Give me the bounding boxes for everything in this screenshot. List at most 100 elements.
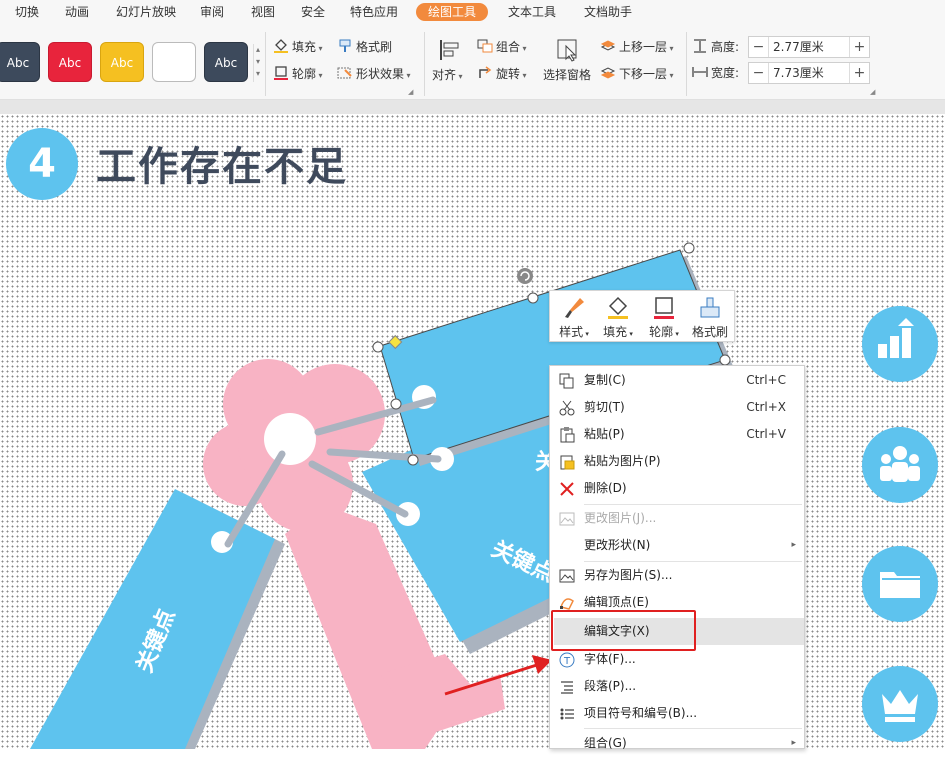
ribbon-group-expand-icon[interactable]: ◢: [408, 88, 413, 96]
rotate-label: 旋转: [496, 67, 521, 81]
outline-button[interactable]: 轮廓 ▾: [273, 65, 323, 83]
height-increment-button[interactable]: +: [849, 37, 869, 57]
mini-style-label: 样式 ▾: [559, 325, 589, 339]
mini-format-painter-label: 格式刷: [691, 325, 728, 339]
menu-separator: [584, 728, 802, 729]
mini-fill-button[interactable]: 填充 ▾: [596, 291, 640, 341]
shape-style-dark-2[interactable]: Abc: [204, 42, 248, 82]
side-icon-team[interactable]: [862, 427, 938, 503]
paste-icon: [560, 427, 575, 443]
rotate-button[interactable]: 旋转 ▾: [477, 65, 527, 83]
menu-item-cut[interactable]: 剪切(T) Ctrl+X: [550, 394, 804, 421]
menu-item-save-as-image[interactable]: 另存为图片(S)...: [550, 562, 804, 589]
outline-label: 轮廓: [292, 67, 317, 81]
outline-icon: [654, 297, 674, 319]
paragraph-icon: [561, 681, 573, 694]
fill-bucket-icon: [608, 296, 628, 319]
bullets-icon: [560, 708, 574, 720]
tab-switch[interactable]: 切换: [15, 3, 39, 21]
side-icon-crown[interactable]: [862, 666, 938, 742]
send-backward-icon: [600, 67, 616, 79]
rotate-icon: [479, 66, 492, 78]
side-icon-growth[interactable]: [862, 306, 938, 382]
group-button[interactable]: 组合 ▾: [477, 38, 527, 56]
rotate-handle-icon[interactable]: [517, 268, 533, 284]
ribbon-group-expand-icon[interactable]: ◢: [870, 88, 875, 96]
folder-icon: [880, 572, 920, 598]
brush-icon: [565, 298, 584, 318]
shape-effects-icon: [337, 67, 352, 79]
outline-icon: [274, 66, 288, 80]
growth-chart-icon: [878, 318, 914, 358]
send-backward-button[interactable]: 下移一层 ▾: [600, 65, 674, 83]
ribbon-separator: [424, 32, 425, 96]
delete-icon: [560, 482, 574, 496]
tab-special-apps[interactable]: 特色应用: [350, 3, 398, 21]
shape-effects-button[interactable]: 形状效果 ▾: [337, 65, 411, 83]
mini-format-painter-button[interactable]: 格式刷: [688, 291, 732, 341]
tab-text-tools[interactable]: 文本工具: [508, 3, 556, 21]
align-button[interactable]: 对齐 ▾: [432, 38, 470, 86]
bring-forward-icon: [600, 40, 616, 51]
fill-button[interactable]: 填充 ▾: [273, 38, 323, 56]
mini-fill-label: 填充 ▾: [603, 325, 633, 339]
crown-icon: [882, 690, 918, 722]
group-label: 组合: [496, 40, 521, 54]
menu-item-change-image: 更改图片(J)...: [550, 505, 804, 532]
send-backward-label: 下移一层: [619, 67, 668, 81]
menu-item-paragraph[interactable]: 段落(P)...: [550, 673, 804, 700]
width-spinner[interactable]: − 7.73厘米 +: [748, 62, 870, 84]
menu-item-paste[interactable]: 粘贴(P) Ctrl+V: [550, 421, 804, 448]
edit-points-icon: [560, 598, 574, 610]
side-icon-folder[interactable]: [862, 546, 938, 622]
blue-tag-left[interactable]: 关键点: [30, 489, 285, 749]
width-decrement-button[interactable]: −: [749, 63, 769, 83]
mini-outline-label: 轮廓 ▾: [649, 325, 679, 339]
tab-doc-assistant[interactable]: 文档助手: [584, 3, 632, 21]
svg-text:T: T: [563, 656, 571, 667]
width-input[interactable]: 7.73厘米: [773, 63, 824, 83]
height-spinner[interactable]: − 2.77厘米 +: [748, 36, 870, 58]
format-painter-label: 格式刷: [356, 40, 393, 54]
shape-style-red[interactable]: Abc: [48, 42, 92, 82]
fill-bucket-icon: [274, 39, 288, 53]
ruler-strip: [0, 100, 945, 114]
bring-forward-label: 上移一层: [619, 40, 668, 54]
align-label: 对齐 ▾: [432, 68, 463, 82]
shape-style-dark[interactable]: Abc: [0, 42, 40, 82]
selection-pane-button[interactable]: 选择窗格: [540, 38, 596, 86]
tab-view[interactable]: 视图: [251, 3, 275, 21]
tab-animation[interactable]: 动画: [65, 3, 89, 21]
menu-item-group[interactable]: 组合(G) ▸: [550, 730, 804, 757]
tab-security[interactable]: 安全: [301, 3, 325, 21]
menu-item-bullets[interactable]: 项目符号和编号(B)...: [550, 700, 804, 727]
shape-effects-label: 形状效果: [356, 67, 405, 81]
width-increment-button[interactable]: +: [849, 63, 869, 83]
tab-slideshow[interactable]: 幻灯片放映: [116, 3, 176, 21]
menu-item-paste-as-image[interactable]: 粘贴为图片(P): [550, 448, 804, 475]
change-image-icon: [559, 512, 575, 526]
fill-label: 填充: [292, 40, 317, 54]
bring-forward-button[interactable]: 上移一层 ▾: [600, 38, 674, 56]
tab-drawing-tools[interactable]: 绘图工具: [416, 3, 489, 21]
format-painter-icon: [339, 39, 351, 52]
height-decrement-button[interactable]: −: [749, 37, 769, 57]
menu-item-copy[interactable]: 复制(C) Ctrl+C: [550, 367, 804, 394]
shape-style-yellow[interactable]: Abc: [100, 42, 144, 82]
ribbon-separator: [265, 32, 266, 96]
font-icon: T: [559, 652, 575, 668]
shape-style-white[interactable]: [152, 42, 196, 82]
format-painter-button[interactable]: 格式刷: [337, 38, 392, 56]
mini-style-button[interactable]: 样式 ▾: [552, 291, 596, 341]
height-input[interactable]: 2.77厘米: [773, 37, 824, 57]
submenu-arrow-icon: ▸: [791, 540, 796, 550]
copy-icon: [559, 373, 574, 389]
menu-item-delete[interactable]: 删除(D): [550, 475, 804, 502]
menu-item-change-shape[interactable]: 更改形状(N) ▸: [550, 532, 804, 559]
cut-icon: [559, 400, 575, 416]
styles-scroll-icon[interactable]: ▴ ▾ ▾: [253, 44, 262, 82]
tab-review[interactable]: 审阅: [200, 3, 224, 21]
mini-outline-button[interactable]: 轮廓 ▾: [642, 291, 686, 341]
context-menu: 复制(C) Ctrl+C 剪切(T) Ctrl+X 粘贴(P) Ctrl+V 粘贴为图…: [549, 365, 805, 750]
red-highlight-annotation: [551, 610, 696, 651]
